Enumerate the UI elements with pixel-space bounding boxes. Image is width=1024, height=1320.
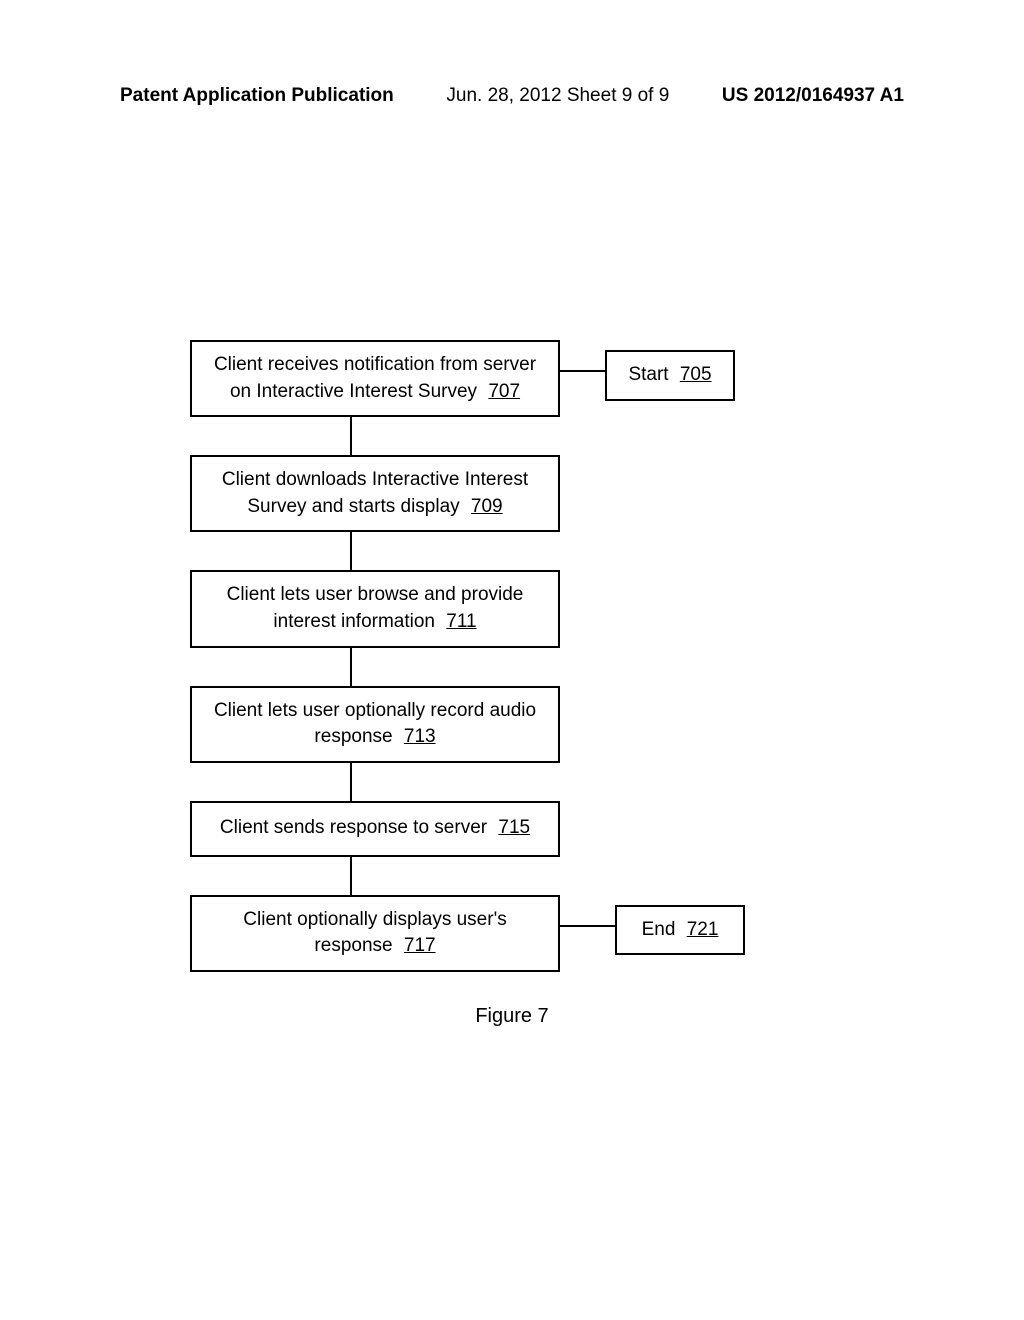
connector-vertical: [350, 532, 352, 570]
step-box-713: Client lets user optionally record audio…: [190, 686, 560, 763]
step-ref: 715: [498, 817, 530, 838]
step-ref: 717: [404, 935, 436, 956]
step-ref: 713: [404, 726, 436, 747]
page-header: Patent Application Publication Jun. 28, …: [0, 85, 1024, 107]
start-label: Start: [628, 364, 668, 385]
end-ref: 721: [687, 919, 719, 940]
step-box-707: Client receives notification from server…: [190, 340, 560, 417]
connector-to-start: [560, 370, 605, 372]
step-box-715: Client sends response to server 715: [190, 801, 560, 857]
step-box-711: Client lets user browse and provide inte…: [190, 570, 560, 647]
step-text: Client optionally displays user's respon…: [243, 909, 506, 957]
start-ref: 705: [680, 364, 712, 385]
end-label: End: [642, 919, 676, 940]
connector-vertical: [350, 417, 352, 455]
step-ref: 709: [471, 496, 503, 517]
step-box-709: Client downloads Interactive Interest Su…: [190, 455, 560, 532]
step-ref: 711: [446, 611, 476, 632]
connector-vertical: [350, 648, 352, 686]
end-box: End 721: [615, 905, 745, 956]
flowchart-diagram: Client receives notification from server…: [190, 340, 890, 972]
step-text: Client lets user optionally record audio…: [214, 700, 536, 748]
figure-caption: Figure 7: [0, 1005, 1024, 1028]
connector-to-end: [560, 925, 615, 927]
header-date-sheet: Jun. 28, 2012 Sheet 9 of 9: [446, 85, 669, 107]
step-text: Client sends response to server: [220, 817, 487, 838]
step-box-717: Client optionally displays user's respon…: [190, 895, 560, 972]
start-box: Start 705: [605, 350, 735, 401]
connector-vertical: [350, 763, 352, 801]
step-ref: 707: [488, 381, 520, 402]
connector-vertical: [350, 857, 352, 895]
step-text: Client lets user browse and provide inte…: [227, 584, 524, 632]
header-pub-number: US 2012/0164937 A1: [722, 85, 904, 107]
header-publication: Patent Application Publication: [120, 85, 394, 107]
